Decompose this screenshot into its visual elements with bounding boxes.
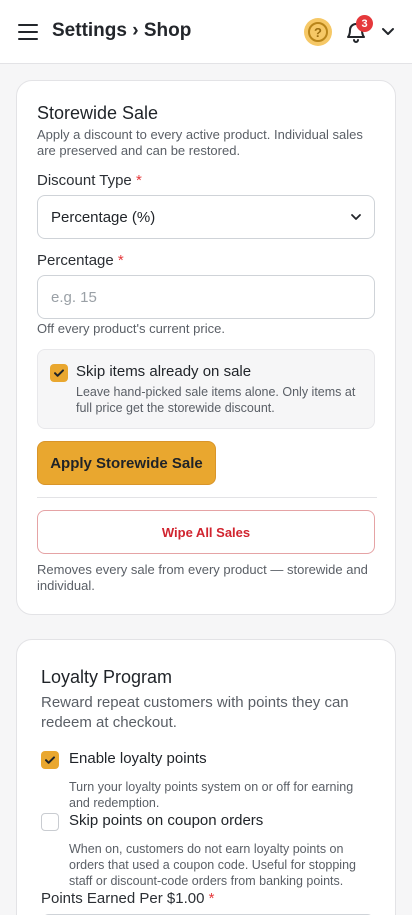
enable-loyalty-points-checkbox[interactable] — [41, 751, 59, 769]
loyalty-program-title: Loyalty Program — [41, 667, 173, 687]
wipe-description: Removes every sale from every product — … — [37, 562, 368, 593]
skip-coupon-orders-title: Skip points on coupon orders — [69, 812, 264, 829]
loyalty-program-description: Reward repeat customers with points they… — [41, 694, 349, 731]
percentage-label: Percentage * — [37, 252, 124, 269]
skip-sale-items-option: Skip items already on sale Leave hand-pi… — [37, 349, 375, 429]
chevron-down-icon[interactable] — [380, 25, 396, 39]
menu-icon[interactable] — [18, 24, 38, 40]
discount-type-select[interactable]: Percentage (%) — [37, 195, 375, 239]
discount-type-value: Percentage (%) — [51, 209, 156, 226]
percentage-input[interactable] — [37, 275, 375, 319]
required-mark: * — [208, 890, 215, 907]
top-bar: Settings › Shop ? 3 — [0, 0, 412, 64]
divider — [37, 497, 377, 498]
required-mark: * — [117, 252, 124, 269]
enable-loyalty-points-description: Turn your loyalty points system on or of… — [69, 780, 354, 810]
storewide-sale-description: Apply a discount to every active product… — [37, 127, 363, 158]
chevron-down-icon — [351, 214, 361, 220]
percentage-label-text: Percentage — [37, 252, 114, 269]
checkmark-icon — [54, 369, 64, 377]
question-circle-icon[interactable]: ? — [304, 18, 332, 46]
required-mark: * — [135, 172, 142, 189]
skip-coupon-orders-description: When on, customers do not earn loyalty p… — [69, 842, 356, 888]
discount-type-label-text: Discount Type — [37, 172, 132, 189]
points-per-dollar-label-text: Points Earned Per $1.00 — [41, 890, 205, 907]
help-glyph: ? — [308, 22, 328, 42]
wipe-all-sales-button[interactable]: Wipe All Sales — [37, 510, 375, 554]
discount-type-label: Discount Type * — [37, 172, 142, 189]
skip-sale-items-title: Skip items already on sale — [76, 363, 252, 380]
enable-loyalty-points-title: Enable loyalty points — [69, 750, 207, 767]
storewide-sale-card: Storewide Sale Apply a discount to every… — [16, 80, 396, 615]
storewide-sale-title: Storewide Sale — [37, 103, 159, 123]
checkmark-icon — [45, 756, 55, 764]
apply-storewide-sale-button[interactable]: Apply Storewide Sale — [37, 441, 216, 485]
loyalty-program-card: Loyalty Program Reward repeat customers … — [16, 639, 396, 915]
percentage-hint: Off every product's current price. — [37, 321, 225, 336]
notification-badge: 3 — [356, 15, 373, 32]
points-per-dollar-label: Points Earned Per $1.00 * — [41, 890, 214, 907]
skip-coupon-orders-checkbox[interactable] — [41, 813, 59, 831]
skip-sale-items-checkbox[interactable] — [50, 364, 68, 382]
skip-sale-items-description: Leave hand-picked sale items alone. Only… — [76, 385, 356, 415]
page-title: Settings › Shop — [52, 20, 192, 41]
